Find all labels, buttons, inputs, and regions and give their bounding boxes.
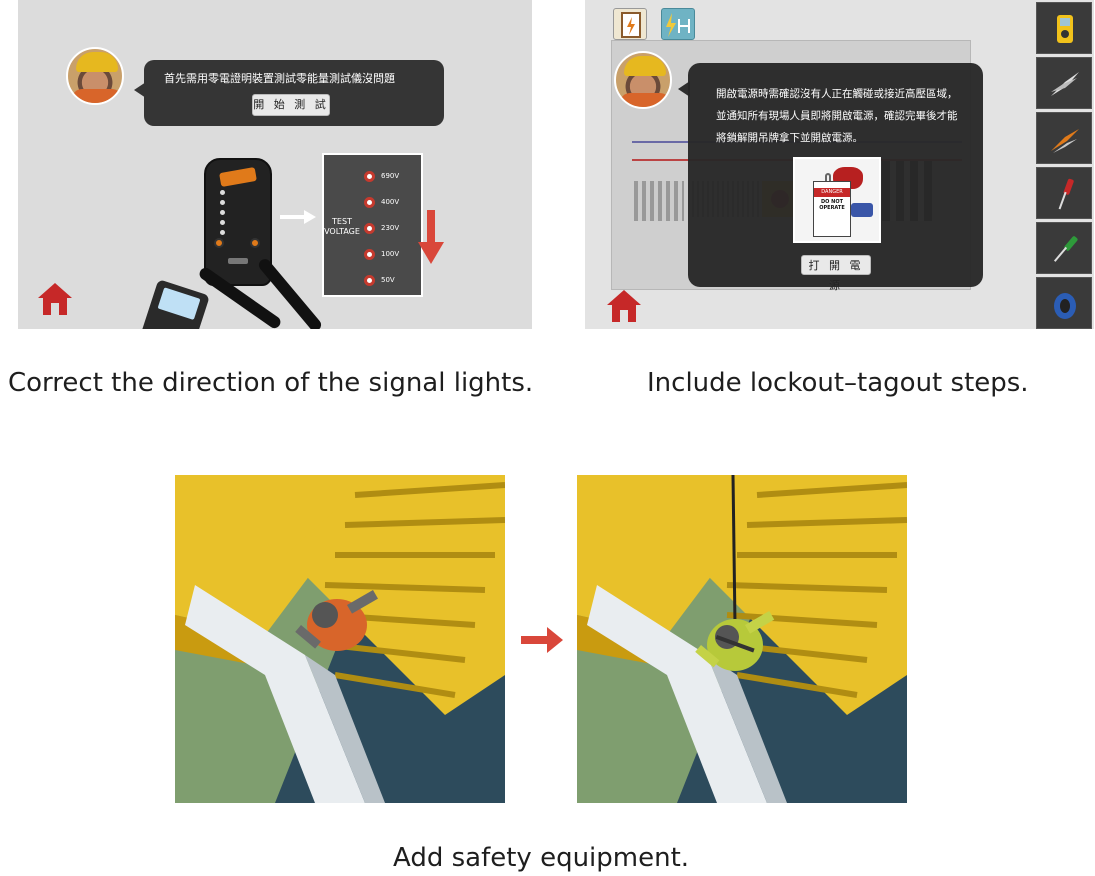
- test-voltage-label: TEST VOLTAGE: [324, 217, 360, 236]
- danger-tag: DANGER DO NOT OPERATE: [813, 181, 851, 237]
- arrow-down-icon: [418, 210, 444, 264]
- wire-stripper-tool-icon[interactable]: [1036, 57, 1092, 109]
- voltage-tester-panel: 首先需用零電證明裝置測試零能量測試儀沒問題 開 始 測 試 TEST VOLTA…: [18, 0, 532, 329]
- voltage-indicator-panel: TEST VOLTAGE 690V 400V 230V 100V 50V: [322, 153, 423, 297]
- cable-reel-tool-icon[interactable]: [1036, 277, 1092, 329]
- start-test-button[interactable]: 開 始 測 試: [252, 94, 330, 116]
- screwdriver-green-tool-icon[interactable]: [1036, 222, 1092, 274]
- screwdriver-red-tool-icon[interactable]: [1036, 167, 1092, 219]
- voltage-light-230: 230V: [364, 221, 399, 235]
- arrow-right-icon: [521, 627, 563, 653]
- caption-safety-equipment: Add safety equipment.: [393, 843, 690, 873]
- ladder-scene-after: [577, 475, 907, 803]
- multimeter-tool-icon[interactable]: [1036, 2, 1092, 54]
- voltage-light-690: 690V: [364, 169, 399, 183]
- caption-signal-lights: Correct the direction of the signal ligh…: [8, 368, 534, 398]
- home-icon[interactable]: [38, 283, 72, 315]
- arrow-right-icon: [280, 210, 316, 224]
- power-on-button[interactable]: 打 開 電 源: [801, 255, 871, 292]
- ladder-scene-before: [175, 475, 505, 803]
- clipboard-icon[interactable]: [613, 8, 647, 40]
- caption-lockout-tagout: Include lockout–tagout steps.: [647, 368, 1029, 398]
- lockout-instruction-text: 開啟電源時需確認沒有人正在觸碰或接近高壓區域， 並通知所有現場人員即將開啟電源，…: [716, 88, 958, 144]
- lockout-instruction-bubble: 開啟電源時需確認沒有人正在觸碰或接近高壓區域， 並通知所有現場人員即將開啟電源，…: [678, 63, 983, 292]
- instructor-avatar: [614, 51, 672, 109]
- lockout-tagout-panel: 開啟電源時需確認沒有人正在觸碰或接近高壓區域， 並通知所有現場人員即將開啟電源，…: [585, 0, 1094, 329]
- lockout-tag-image: DANGER DO NOT OPERATE: [793, 157, 881, 243]
- multimeter: [140, 279, 210, 329]
- power-schematic-icon[interactable]: [661, 8, 695, 40]
- instructor-avatar: [66, 47, 124, 105]
- home-icon[interactable]: [607, 290, 641, 322]
- instruction-text: 首先需用零電證明裝置測試零能量測試儀沒問題: [164, 72, 395, 85]
- voltage-light-100: 100V: [364, 247, 399, 261]
- voltage-light-50: 50V: [364, 273, 395, 287]
- instruction-bubble: 首先需用零電證明裝置測試零能量測試儀沒問題 開 始 測 試: [134, 60, 444, 126]
- crimper-tool-icon[interactable]: [1036, 112, 1092, 164]
- voltage-light-400: 400V: [364, 195, 399, 209]
